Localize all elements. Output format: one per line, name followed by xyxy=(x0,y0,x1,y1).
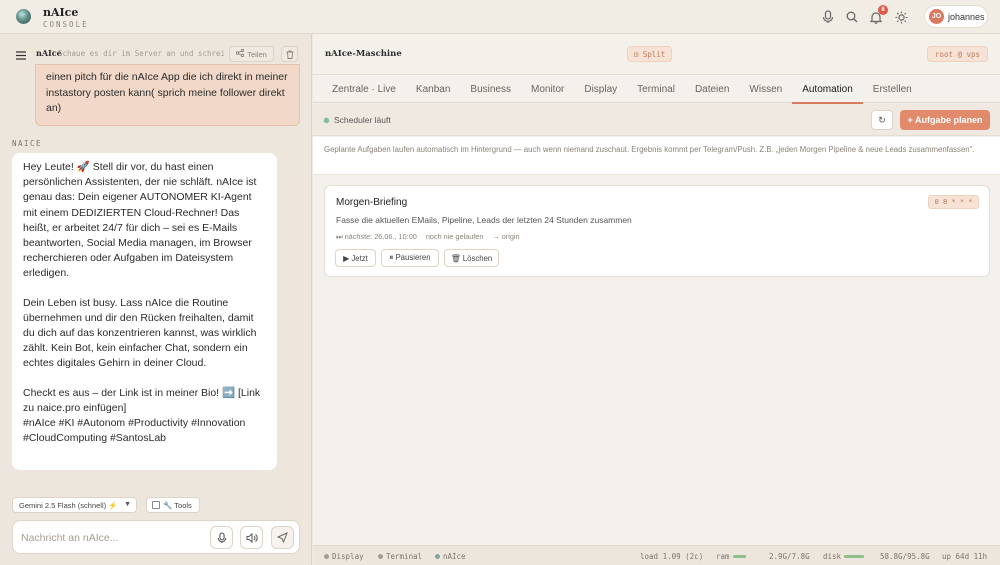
assistant-label: NAICE xyxy=(12,139,43,148)
root-badge: root @ vps xyxy=(927,46,988,62)
mic-icon[interactable] xyxy=(818,7,838,27)
machine-tabs: Zentrale · Live Kanban Business Monitor … xyxy=(313,75,1000,104)
pause-button[interactable]: ⏸ Pausieren xyxy=(381,249,439,267)
statusbar-display[interactable]: Display xyxy=(324,552,364,561)
tab-monitor[interactable]: Monitor xyxy=(521,75,574,103)
mic-icon[interactable] xyxy=(210,526,233,549)
scheduler-bar: Scheduler läuft ↻ + Aufgabe planen xyxy=(313,104,1000,136)
share-icon xyxy=(235,48,245,59)
dot-icon xyxy=(435,554,440,559)
machine-header: nAIce-Maschine ⊡ Split root @ vps xyxy=(313,34,1000,75)
automation-info: Geplante Aufgaben laufen automatisch im … xyxy=(313,137,1000,175)
tab-automation[interactable]: Automation xyxy=(792,75,863,104)
menu-icon[interactable] xyxy=(16,49,26,60)
cron-badge: 0 8 * * * xyxy=(928,195,979,209)
top-bar: nAIce CONSOLE 8 JO johannes xyxy=(0,0,1000,34)
run-now-button[interactable]: ▶ Jetzt xyxy=(335,249,376,267)
task-description: Fasse die aktuellen EMails, Pipeline, Le… xyxy=(336,215,632,225)
statusbar-terminal[interactable]: Terminal xyxy=(378,552,422,561)
disk-bar xyxy=(844,555,865,558)
model-label: Gemini 2.5 Flash (schnell) ⚡ xyxy=(19,500,118,510)
next-run: ⏭ nächste: 26.06., 10:00 xyxy=(336,232,417,241)
statusbar-naice[interactable]: nAIce xyxy=(435,552,466,561)
assistant-paragraph: Hey Leute! 🚀 Stell dir vor, du hast eine… xyxy=(23,161,257,280)
tools-checkbox[interactable] xyxy=(152,501,160,509)
statusbar-display-label: Display xyxy=(332,552,364,561)
disk-stat: disk xyxy=(823,552,865,561)
uptime: up 64d 11h xyxy=(942,552,988,561)
assistant-paragraph: Checkt es aus – der Link ist in meiner B… xyxy=(23,386,261,445)
user-menu[interactable]: JO johannes xyxy=(924,5,988,28)
tools-label: 🔧 Tools xyxy=(163,500,192,510)
refresh-icon[interactable]: ↻ xyxy=(871,110,893,130)
task-card: Morgen-Briefing 0 8 * * * Fasse die aktu… xyxy=(324,185,990,277)
dot-icon xyxy=(324,554,329,559)
app-subtitle: CONSOLE xyxy=(43,20,89,29)
machine-title: nAIce-Maschine xyxy=(325,49,402,59)
sun-icon[interactable] xyxy=(891,7,911,27)
assistant-message: Hey Leute! 🚀 Stell dir vor, du hast eine… xyxy=(12,153,277,470)
notification-badge: 8 xyxy=(878,5,888,15)
tab-kanban[interactable]: Kanban xyxy=(406,75,460,103)
username: johannes xyxy=(948,11,985,22)
app-name: nAIce xyxy=(43,6,79,19)
task-meta: ⏭ nächste: 26.06., 10:00 noch nie gelauf… xyxy=(336,232,520,242)
user-message: einen pitch für die nAIce App die ich di… xyxy=(35,64,300,126)
trash-icon[interactable] xyxy=(281,46,298,62)
machine-panel: nAIce-Maschine ⊡ Split root @ vps Zentra… xyxy=(313,34,1000,565)
composer xyxy=(12,520,300,554)
status-bar: Display Terminal nAIce load 1.09 (2c) ra… xyxy=(313,545,1000,565)
avatar: JO xyxy=(929,9,944,24)
app-logo xyxy=(16,9,31,24)
tab-display[interactable]: Display xyxy=(574,75,627,103)
chevron-down-icon: ▼ xyxy=(124,501,131,508)
task-title: Morgen-Briefing xyxy=(336,197,408,208)
plan-task-button[interactable]: + Aufgabe planen xyxy=(900,110,990,130)
chat-search-input[interactable]: Schaue es dir im Server an und schrei… xyxy=(58,49,224,58)
origin-link[interactable]: → origin xyxy=(492,232,519,242)
model-select[interactable]: Gemini 2.5 Flash (schnell) ⚡ ▼ xyxy=(12,497,137,513)
tab-erstellen[interactable]: Erstellen xyxy=(863,75,922,103)
chat-panel: nAIce Schaue es dir im Server an und sch… xyxy=(0,34,312,565)
tab-terminal[interactable]: Terminal xyxy=(627,75,685,103)
statusbar-naice-label: nAIce xyxy=(443,552,466,561)
load-stat: load 1.09 (2c) xyxy=(640,552,704,561)
dot-icon xyxy=(378,554,383,559)
search-icon[interactable] xyxy=(842,7,862,27)
ram-bar xyxy=(732,555,746,558)
send-icon[interactable] xyxy=(271,526,294,549)
split-button[interactable]: ⊡ Split xyxy=(627,46,672,62)
delete-button[interactable]: 🗑 Löschen xyxy=(444,249,499,267)
last-run: noch nie gelaufen xyxy=(425,232,484,241)
ram-value: 2.9G/7.8G xyxy=(769,552,810,561)
disk-label: disk xyxy=(823,552,842,561)
ram-stat: ram xyxy=(716,552,746,561)
tab-business[interactable]: Business xyxy=(460,75,521,103)
share-button[interactable]: Teilen xyxy=(229,46,274,62)
disk-value: 58.8G/95.8G xyxy=(880,552,930,561)
ram-label: ram xyxy=(716,552,730,561)
message-input[interactable] xyxy=(21,530,191,546)
statusbar-terminal-label: Terminal xyxy=(386,552,423,561)
share-label: Teilen xyxy=(247,49,267,59)
tools-toggle[interactable]: 🔧 Tools xyxy=(146,497,200,513)
assistant-paragraph: Dein Leben ist busy. Lass nAIce die Rout… xyxy=(23,296,257,370)
tab-dateien[interactable]: Dateien xyxy=(685,75,739,103)
status-dot xyxy=(323,117,330,124)
scheduler-status: Scheduler läuft xyxy=(334,115,391,125)
tab-zentrale[interactable]: Zentrale · Live xyxy=(322,75,406,103)
speaker-icon[interactable] xyxy=(240,526,263,549)
tab-wissen[interactable]: Wissen xyxy=(739,75,792,103)
